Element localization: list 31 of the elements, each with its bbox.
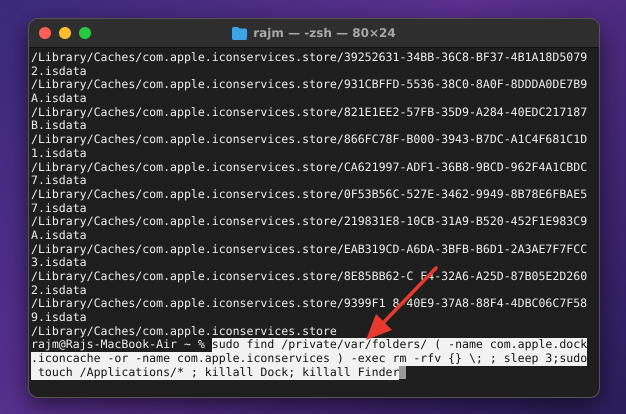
output-line: /Library/Caches/com.apple.iconservices.store/EAB319CD-A6DA-3BFB-B6D1-2A3AE7F7FCC	[31, 242, 588, 256]
output-line: /Library/Caches/com.apple.iconservices.store/821E1EE2-57FB-35D9-A284-40EDC217187	[31, 106, 588, 120]
output-line: /Library/Caches/com.apple.iconservices.store/866FC78F-B000-3943-B7DC-A1C4F681C1D	[31, 133, 588, 147]
command-text: sudo find /private/var/folders/ ( -name com.apple.dock	[212, 338, 588, 352]
output-line: /Library/Caches/com.apple.iconservices.store/39252631-34BB-36C8-BF37-4B1A18D5079	[31, 51, 588, 65]
minimize-button[interactable]	[59, 27, 71, 39]
close-button[interactable]	[39, 27, 51, 39]
output-line: 2.isdata	[31, 64, 87, 78]
output-line: /Library/Caches/com.apple.iconservices.store	[31, 324, 337, 338]
output-line: B.isdata	[31, 119, 87, 134]
output-line: 7.isdata	[31, 174, 87, 188]
output-line: 7.isdata	[31, 202, 87, 216]
window-title: rajm — -zsh — 80×24	[253, 26, 396, 40]
output-line: /Library/Caches/com.apple.iconservices.store/0F53B56C-527E-3462-9949-8B78E6FBAE5	[31, 188, 588, 202]
text-cursor	[399, 366, 406, 379]
output-text: /Library/Caches/com.apple.iconservices.store/9399F1	[31, 297, 386, 312]
output-line: A.isdata	[31, 228, 87, 243]
command-text: touch /Applications/* ; killall Dock; killall Finder	[31, 366, 400, 380]
output-line: /Library/Caches/com.apple.iconservices.store/CA621997-ADF1-36B8-9BCD-962F4A1CBDC	[31, 160, 588, 174]
output-line: /Library/Caches/com.apple.iconservices.store/219831E8-10CB-31A9-B520-452F1E983C9	[31, 215, 588, 229]
folder-icon	[232, 26, 248, 40]
zoom-button[interactable]	[79, 27, 91, 39]
output-line: 9.isdata	[31, 311, 87, 325]
output-line: /Library/Caches/com.apple.iconservices.store/931CBFFD-5536-38C0-8A0F-8DDDA0DE7B9	[31, 78, 588, 92]
command-text: .iconcache -or -name com.apple.iconservices ) -exec rm -rfv {} \; ; sleep 3;sudo	[31, 352, 588, 366]
shell-prompt: rajm@Rajs-MacBook-Air ~ %	[31, 338, 205, 352]
output-text: /Library/Caches/com.apple.iconservices.store/8E85BB62-C	[31, 270, 414, 284]
output-line: A.isdata	[31, 92, 87, 106]
output-line: 3.isdata	[31, 256, 87, 270]
output-line: 1.isdata	[31, 146, 87, 160]
output-line: 2.isdata	[31, 284, 87, 298]
